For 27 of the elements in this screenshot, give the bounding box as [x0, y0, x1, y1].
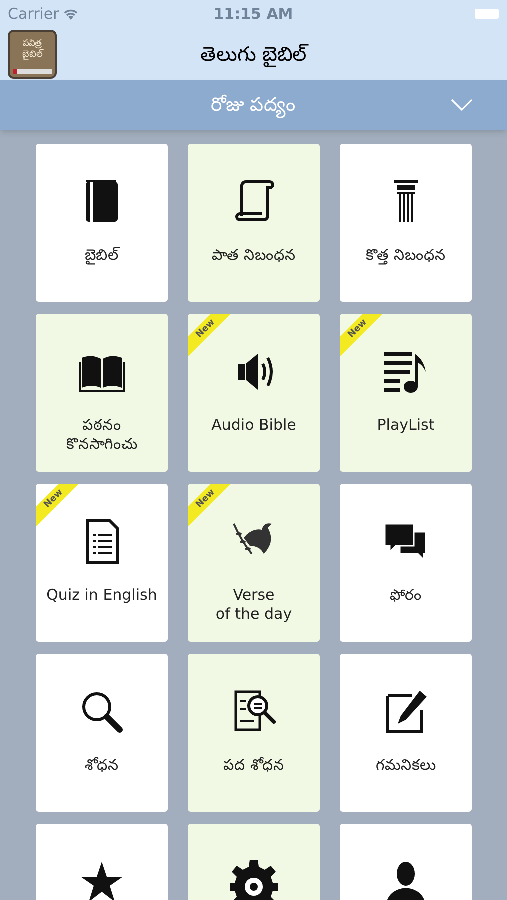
- tile-label: పద శోధన: [224, 756, 284, 775]
- tile-label: ఫోరం: [390, 586, 422, 605]
- tile-label: Verse of the day: [216, 586, 292, 624]
- menu-tile[interactable]: ఫోరం: [340, 484, 472, 642]
- menu-tile[interactable]: గమనికలు: [340, 654, 472, 812]
- tile-label: Quiz in English: [46, 586, 158, 605]
- menu-tile[interactable]: పఠనం కొనసాగించు: [36, 314, 168, 472]
- menu-tile[interactable]: కొత్త నిబంధన: [340, 144, 472, 302]
- gear-icon: [230, 858, 278, 900]
- app-title: తెలుగు బైబిల్: [200, 41, 307, 69]
- tile-label: పాత నిబంధన: [212, 246, 296, 265]
- carrier-label: Carrier: [8, 4, 60, 25]
- tile-label: పఠనం కొనసాగించు: [66, 416, 138, 454]
- menu-tile[interactable]: పద శోధన: [188, 654, 320, 812]
- menu-tile[interactable]: బైబిల్: [36, 144, 168, 302]
- menu-tile[interactable]: పాత నిబంధన: [188, 144, 320, 302]
- status-time: 11:15 AM: [214, 4, 294, 25]
- app-logo: పవిత్ర బైబిల్: [8, 30, 57, 78]
- tile-label: శోధన: [85, 756, 119, 775]
- tile-label: గమనికలు: [376, 756, 436, 775]
- wifi-icon: [63, 8, 80, 20]
- tile-label: Audio Bible: [212, 416, 296, 435]
- menu-tile[interactable]: శోధన: [36, 654, 168, 812]
- battery-icon: [474, 9, 499, 19]
- tile-label: PlayList: [377, 416, 435, 435]
- tile-label: బైబిల్: [85, 246, 119, 265]
- tile-label: కొత్త నిబంధన: [366, 246, 446, 265]
